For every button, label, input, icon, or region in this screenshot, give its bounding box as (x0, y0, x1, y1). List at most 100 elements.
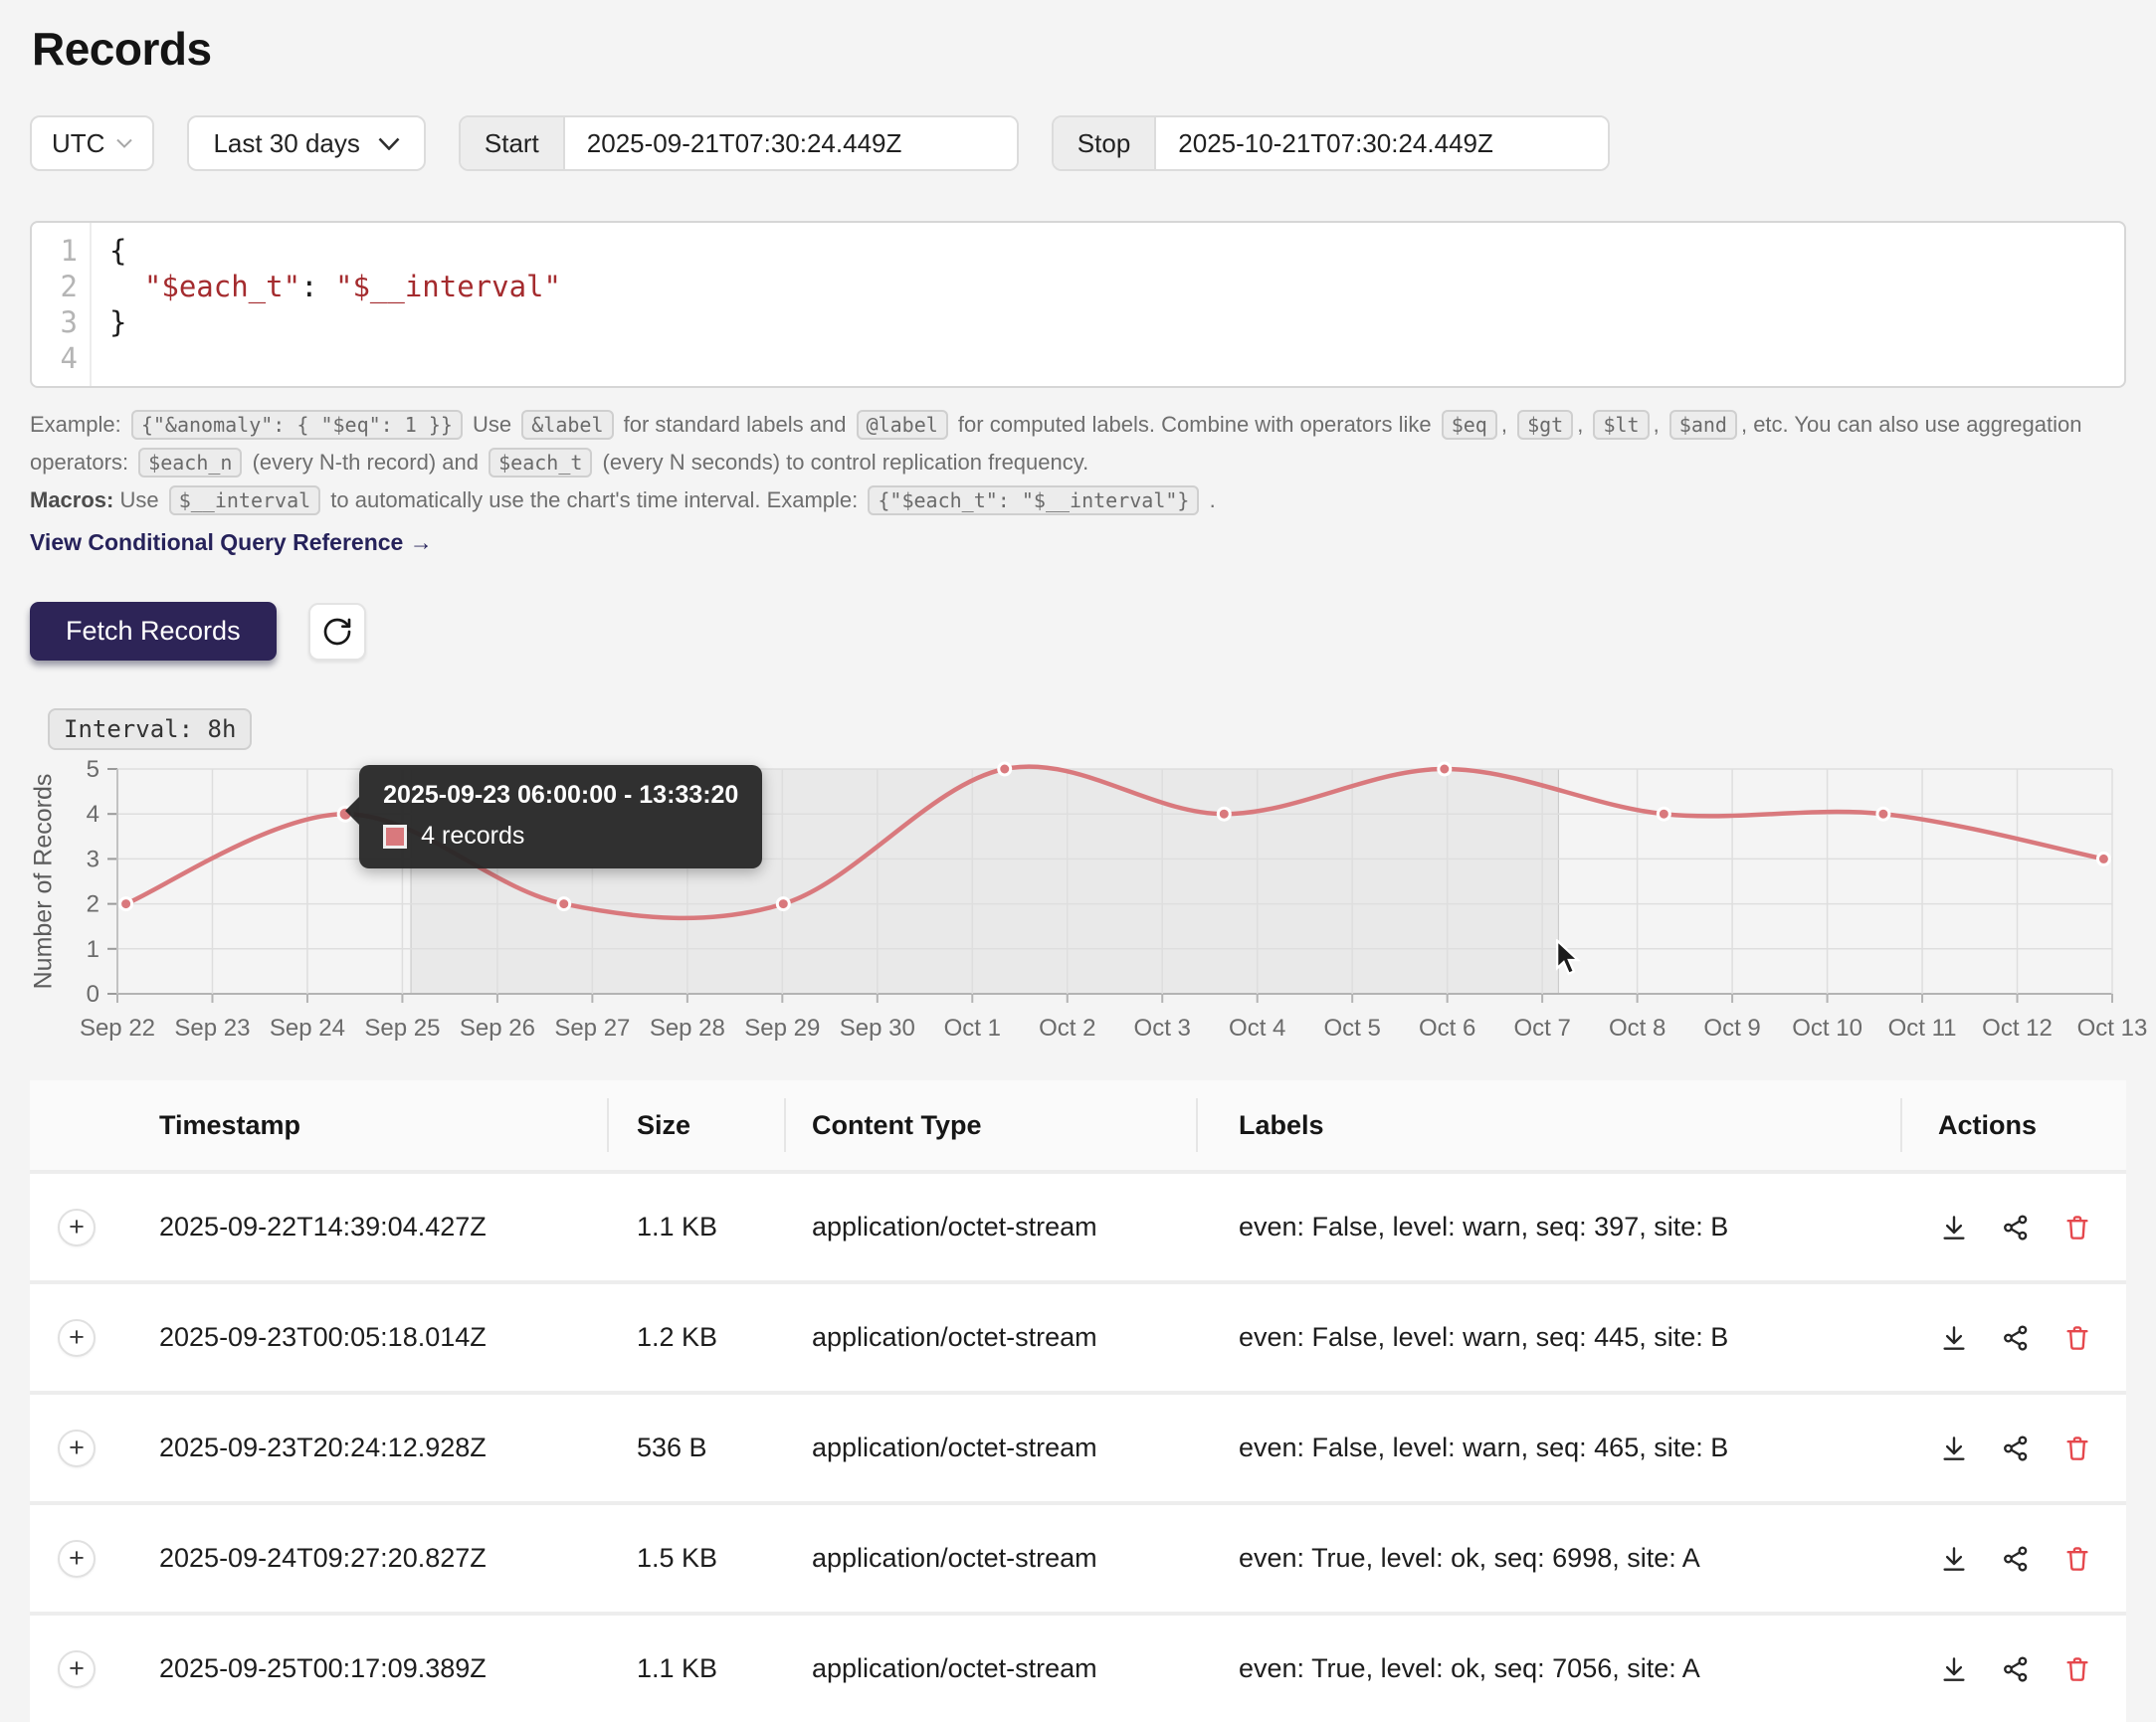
expand-row-button[interactable]: + (58, 1650, 96, 1688)
records-chart[interactable]: Number of Records 012345Sep 22Sep 23Sep … (30, 758, 2126, 1056)
download-button[interactable] (1938, 1212, 1970, 1244)
expand-row-button[interactable]: + (58, 1430, 96, 1467)
share-button[interactable] (2000, 1322, 2032, 1354)
series-swatch (383, 825, 407, 849)
date-range-value: Last 30 days (213, 128, 359, 159)
refresh-icon (321, 616, 353, 648)
svg-text:Oct 10: Oct 10 (1792, 1015, 1862, 1042)
cell-content-type: application/octet-stream (784, 1433, 1196, 1463)
svg-text:Oct 2: Oct 2 (1039, 1015, 1095, 1042)
download-icon (1939, 1213, 1969, 1243)
download-button[interactable] (1938, 1543, 1970, 1575)
table-row: + 2025-09-25T00:17:09.389Z 1.1 KB applic… (30, 1612, 2126, 1722)
start-field: Start (459, 115, 1019, 171)
records-table: Timestamp Size Content Type Labels Actio… (30, 1080, 2126, 1722)
svg-text:Oct 4: Oct 4 (1229, 1015, 1285, 1042)
svg-text:Oct 7: Oct 7 (1513, 1015, 1570, 1042)
share-icon (2001, 1434, 2031, 1463)
cell-timestamp: 2025-09-24T09:27:20.827Z (159, 1543, 607, 1574)
download-button[interactable] (1938, 1653, 1970, 1685)
query-reference-link[interactable]: View Conditional Query Reference → (30, 529, 433, 556)
header-actions: Actions (1900, 1080, 2126, 1170)
cell-labels: even: True, level: ok, seq: 7056, site: … (1196, 1653, 1900, 1684)
share-button[interactable] (2000, 1653, 2032, 1685)
share-button[interactable] (2000, 1212, 2032, 1244)
cell-content-type: application/octet-stream (784, 1653, 1196, 1684)
table-body: + 2025-09-22T14:39:04.427Z 1.1 KB applic… (30, 1170, 2126, 1722)
plus-icon: + (69, 1545, 85, 1572)
tooltip-value: 4 records (421, 822, 524, 851)
svg-text:Sep 23: Sep 23 (174, 1015, 250, 1042)
help-line-1: Example: {"&anomaly": { "$eq": 1 }} Use … (30, 406, 2124, 481)
cell-size: 536 B (607, 1433, 784, 1463)
trash-icon (2062, 1544, 2092, 1574)
svg-text:Sep 30: Sep 30 (840, 1015, 915, 1042)
download-button[interactable] (1938, 1433, 1970, 1464)
plus-icon: + (69, 1324, 85, 1351)
delete-button[interactable] (2061, 1212, 2093, 1244)
share-icon (2001, 1544, 2031, 1574)
cell-labels: even: False, level: warn, seq: 397, site… (1196, 1212, 1900, 1243)
cell-content-type: application/octet-stream (784, 1543, 1196, 1574)
cell-size: 1.5 KB (607, 1543, 784, 1574)
fetch-records-button[interactable]: Fetch Records (30, 602, 277, 661)
delete-button[interactable] (2061, 1653, 2093, 1685)
svg-text:Sep 25: Sep 25 (364, 1015, 440, 1042)
table-row: + 2025-09-24T09:27:20.827Z 1.5 KB applic… (30, 1501, 2126, 1612)
cell-labels: even: True, level: ok, seq: 6998, site: … (1196, 1543, 1900, 1574)
help-text: Example: {"&anomaly": { "$eq": 1 }} Use … (30, 406, 2124, 519)
trash-icon (2062, 1213, 2092, 1243)
cell-content-type: application/octet-stream (784, 1212, 1196, 1243)
cell-timestamp: 2025-09-23T20:24:12.928Z (159, 1433, 607, 1463)
svg-text:Oct 11: Oct 11 (1888, 1015, 1957, 1042)
trash-icon (2062, 1323, 2092, 1353)
date-range-select[interactable]: Last 30 days (187, 115, 425, 171)
svg-text:Sep 27: Sep 27 (554, 1015, 630, 1042)
table-header: Timestamp Size Content Type Labels Actio… (30, 1080, 2126, 1170)
chart-tooltip: 2025-09-23 06:00:00 - 13:33:20 4 records (359, 765, 762, 868)
svg-text:Oct 8: Oct 8 (1609, 1015, 1666, 1042)
share-button[interactable] (2000, 1543, 2032, 1575)
cell-timestamp: 2025-09-23T00:05:18.014Z (159, 1322, 607, 1353)
stop-input[interactable] (1156, 117, 1608, 169)
delete-button[interactable] (2061, 1433, 2093, 1464)
timezone-value: UTC (52, 128, 104, 159)
svg-text:Sep 29: Sep 29 (744, 1015, 820, 1042)
share-icon (2001, 1323, 2031, 1353)
svg-text:Sep 24: Sep 24 (270, 1015, 345, 1042)
expand-row-button[interactable]: + (58, 1209, 96, 1246)
timezone-select[interactable]: UTC (30, 115, 154, 171)
svg-text:Sep 26: Sep 26 (460, 1015, 535, 1042)
records-chart-svg[interactable]: 012345Sep 22Sep 23Sep 24Sep 25Sep 26Sep … (30, 758, 2126, 1056)
svg-text:Sep 28: Sep 28 (650, 1015, 725, 1042)
start-input[interactable] (565, 117, 1017, 169)
svg-text:Oct 9: Oct 9 (1703, 1015, 1760, 1042)
svg-text:Oct 5: Oct 5 (1324, 1015, 1381, 1042)
stop-label: Stop (1054, 117, 1157, 169)
expand-row-button[interactable]: + (58, 1319, 96, 1357)
download-button[interactable] (1938, 1322, 1970, 1354)
mouse-cursor-icon (1554, 939, 1588, 977)
query-editor[interactable]: 1234 { "$each_t": "$__interval"} (30, 221, 2126, 388)
plus-icon: + (69, 1655, 85, 1682)
svg-text:Oct 13: Oct 13 (2077, 1015, 2148, 1042)
header-expand (30, 1080, 159, 1170)
header-timestamp: Timestamp (159, 1080, 607, 1170)
page-title: Records (32, 22, 2126, 76)
records-page: Records UTC Last 30 days Start Stop 1234… (0, 0, 2156, 1706)
svg-text:5: 5 (87, 756, 99, 783)
share-button[interactable] (2000, 1433, 2032, 1464)
editor-gutter: 1234 (32, 223, 92, 386)
trash-icon (2062, 1654, 2092, 1684)
svg-text:4: 4 (87, 801, 99, 828)
trash-icon (2062, 1434, 2092, 1463)
delete-button[interactable] (2061, 1543, 2093, 1575)
help-line-2: Macros: Use $__interval to automatically… (30, 481, 2124, 519)
chevron-down-icon (116, 138, 132, 148)
refresh-button[interactable] (308, 603, 366, 661)
svg-text:Oct 3: Oct 3 (1134, 1015, 1191, 1042)
delete-button[interactable] (2061, 1322, 2093, 1354)
cell-size: 1.1 KB (607, 1212, 784, 1243)
header-size: Size (607, 1080, 784, 1170)
expand-row-button[interactable]: + (58, 1540, 96, 1578)
